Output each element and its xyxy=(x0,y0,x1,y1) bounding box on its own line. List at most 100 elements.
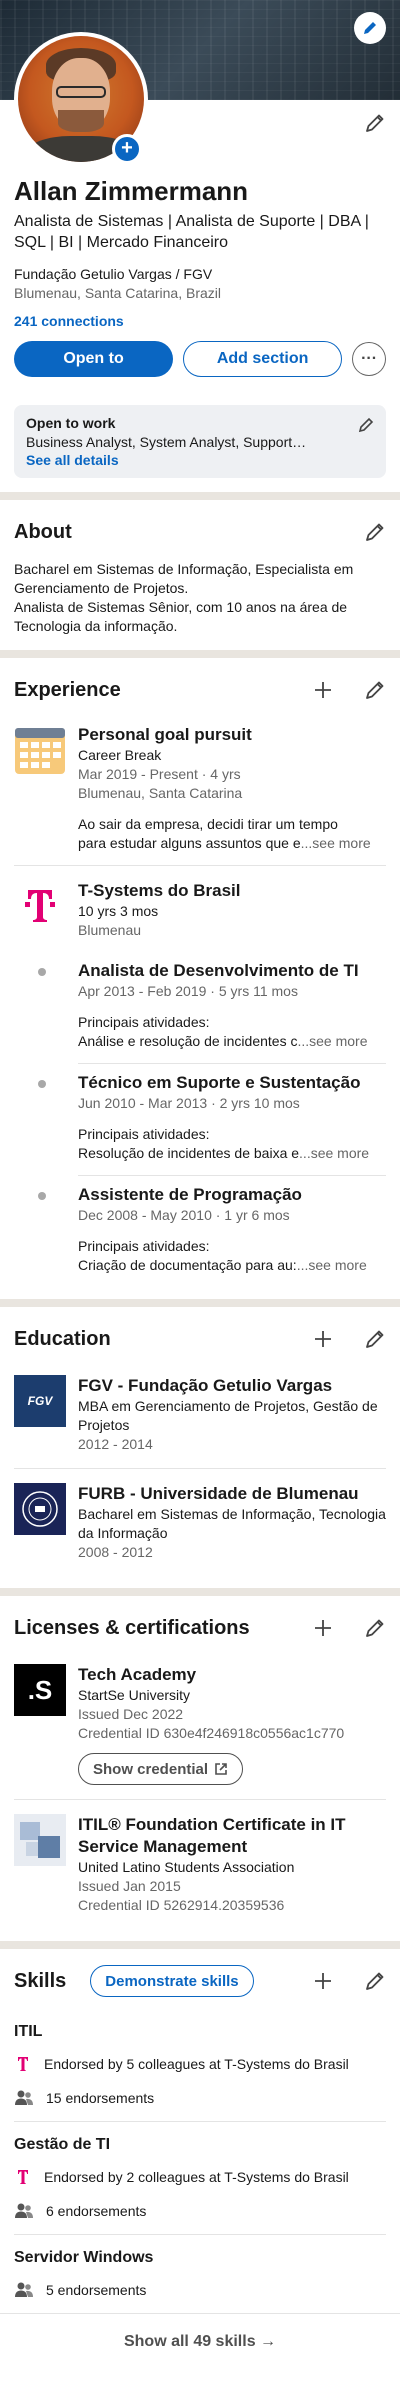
license-issuer: StartSe University xyxy=(78,1687,191,1703)
edit-experience-icon[interactable] xyxy=(364,679,386,701)
add-section-button[interactable]: Add section xyxy=(183,341,343,377)
edit-licenses-icon[interactable] xyxy=(364,1617,386,1639)
demonstrate-skills-button[interactable]: Demonstrate skills xyxy=(90,1965,254,1997)
skill-item[interactable]: ITIL Endorsed by 5 colleagues at T-Syste… xyxy=(14,2009,386,2121)
skills-title: Skills xyxy=(14,1969,67,1992)
connections-link[interactable]: 241 connections xyxy=(14,313,386,329)
edit-intro-button[interactable] xyxy=(364,112,386,139)
section-divider xyxy=(0,492,400,500)
timeline-dot xyxy=(38,1192,46,1200)
add-icon[interactable] xyxy=(312,1970,334,1992)
license-issued: Issued Dec 2022 xyxy=(78,1706,184,1722)
profile-education[interactable]: Fundação Getulio Vargas / FGV xyxy=(14,265,386,284)
education-title: Education xyxy=(14,1327,111,1350)
profile-name: Allan Zimmermann xyxy=(14,176,249,206)
about-text-2: Analista de Sistemas Sênior, com 10 anos… xyxy=(14,599,348,634)
license-name: Tech Academy xyxy=(78,1665,197,1684)
telekom-icon xyxy=(18,2057,28,2071)
experience-section: Experience Personal goal pursuit Career … xyxy=(0,658,400,1299)
pencil-icon xyxy=(364,22,376,34)
edit-skills-icon[interactable] xyxy=(364,1970,386,1992)
pencil-icon xyxy=(366,114,384,132)
add-icon[interactable] xyxy=(312,679,334,701)
skill-name: Servidor Windows xyxy=(14,2249,154,2266)
about-title: About xyxy=(14,520,72,543)
open-to-work-text: Business Analyst, System Analyst, Suppor… xyxy=(26,434,307,450)
more-button[interactable]: ··· xyxy=(352,342,386,376)
experience-company[interactable]: T-Systems do Brasil 10 yrs 3 mos Blumena… xyxy=(14,866,386,952)
skill-endorsements[interactable]: 6 endorsements xyxy=(46,2203,146,2219)
role-desc: Principais atividades: xyxy=(78,1126,210,1142)
timeline-dot xyxy=(38,968,46,976)
experience-title-text: Personal goal pursuit xyxy=(78,725,252,744)
education-item[interactable]: FGV FGV - Fundação Getulio Vargas MBA em… xyxy=(14,1367,386,1468)
startse-logo-icon: .S xyxy=(14,1664,66,1716)
see-more-link[interactable]: ...see more xyxy=(297,1257,367,1273)
experience-item[interactable]: Personal goal pursuit Career Break Mar 2… xyxy=(14,718,386,865)
license-item[interactable]: ITIL® Foundation Certificate in IT Servi… xyxy=(14,1800,386,1929)
fgv-logo-icon: FGV xyxy=(14,1375,66,1427)
edit-about-icon[interactable] xyxy=(364,521,386,543)
role-title: Assistente de Programação xyxy=(78,1185,302,1204)
see-all-details-link[interactable]: See all details xyxy=(26,452,374,468)
education-section: Education FGV FGV - Fundação Getulio Var… xyxy=(0,1307,400,1588)
add-icon[interactable] xyxy=(312,1617,334,1639)
skill-item[interactable]: Servidor Windows 5 endorsements xyxy=(14,2234,386,2313)
people-icon xyxy=(15,2282,33,2297)
license-item[interactable]: .S Tech Academy StartSe University Issue… xyxy=(14,1656,386,1799)
education-item[interactable]: FURB - Universidade de Blumenau Bacharel… xyxy=(14,1469,386,1576)
experience-desc-more: para estudar alguns assuntos que e...see… xyxy=(78,835,371,851)
company-name: T-Systems do Brasil xyxy=(78,881,241,900)
people-icon xyxy=(15,2203,33,2218)
license-credential: Credential ID 5262914.20359536 xyxy=(78,1897,285,1913)
role-desc: Principais atividades: xyxy=(78,1014,210,1030)
skill-name: ITIL xyxy=(14,2023,43,2040)
edit-open-to-work-button[interactable] xyxy=(358,417,374,438)
company-location: Blumenau xyxy=(78,922,142,938)
education-dates: 2008 - 2012 xyxy=(78,1544,153,1560)
role-desc: Principais atividades: xyxy=(78,1238,210,1254)
profile-location: Blumenau, Santa Catarina, Brazil xyxy=(14,285,221,301)
open-to-work-card[interactable]: Open to work Business Analyst, System An… xyxy=(14,405,386,478)
skill-endorsements[interactable]: 15 endorsements xyxy=(46,2090,154,2106)
licenses-title: Licenses & certifications xyxy=(14,1616,250,1639)
telekom-icon xyxy=(18,2170,28,2184)
school-name: FGV - Fundação Getulio Vargas xyxy=(78,1376,333,1395)
role-item[interactable]: Técnico em Suporte e Sustentação Jun 201… xyxy=(38,1064,386,1175)
license-issuer: United Latino Students Association xyxy=(78,1859,295,1875)
role-desc-more: Criação de documentação para au:...see m… xyxy=(78,1257,367,1273)
skill-endorsements[interactable]: 5 endorsements xyxy=(46,2282,146,2298)
section-divider xyxy=(0,1588,400,1596)
skill-item[interactable]: Gestão de TI Endorsed by 2 colleagues at… xyxy=(14,2121,386,2234)
see-more-link[interactable]: ...see more xyxy=(297,1033,367,1049)
show-credential-button[interactable]: Show credential xyxy=(78,1753,244,1785)
role-item[interactable]: Assistente de Programação Dec 2008 - May… xyxy=(38,1176,386,1287)
profile-actions: Open to Add section ··· xyxy=(14,341,386,377)
timeline-dot xyxy=(38,1080,46,1088)
experience-subtitle: Career Break xyxy=(78,747,162,763)
role-title: Técnico em Suporte e Sustentação xyxy=(78,1073,361,1092)
see-more-link[interactable]: ...see more xyxy=(301,835,371,851)
show-all-skills-link[interactable]: Show all 49 skills → xyxy=(0,2313,400,2369)
skills-section: Skills Demonstrate skills ITIL Endorsed … xyxy=(0,1949,400,2313)
about-section: About Bacharel em Sistemas de Informação… xyxy=(0,500,400,648)
people-icon xyxy=(15,2090,33,2105)
experience-title: Experience xyxy=(14,678,121,701)
role-item[interactable]: Analista de Desenvolvimento de TI Apr 20… xyxy=(38,952,386,1063)
license-issued: Issued Jan 2015 xyxy=(78,1878,181,1894)
telekom-logo-icon xyxy=(14,880,66,932)
license-name: ITIL® Foundation Certificate in IT Servi… xyxy=(78,1815,346,1856)
edit-education-icon[interactable] xyxy=(364,1328,386,1350)
section-divider xyxy=(0,1941,400,1949)
edit-cover-button[interactable] xyxy=(354,12,386,44)
role-desc-more: Resolução de incidentes de baixa e...see… xyxy=(78,1145,370,1161)
see-more-link[interactable]: ...see more xyxy=(299,1145,369,1161)
experience-dates: Mar 2019 - Present · 4 yrs xyxy=(78,766,241,782)
role-desc-more: Análise e resolução de incidentes c...se… xyxy=(78,1033,368,1049)
open-to-button[interactable]: Open to xyxy=(14,341,174,377)
add-icon[interactable] xyxy=(312,1328,334,1350)
add-photo-icon[interactable]: + xyxy=(112,134,142,164)
skill-endorsed-by: Endorsed by 5 colleagues at T-Systems do… xyxy=(44,2056,349,2072)
role-dates: Jun 2010 - Mar 2013 · 2 yrs 10 mos xyxy=(78,1095,300,1111)
experience-location: Blumenau, Santa Catarina xyxy=(78,785,243,801)
